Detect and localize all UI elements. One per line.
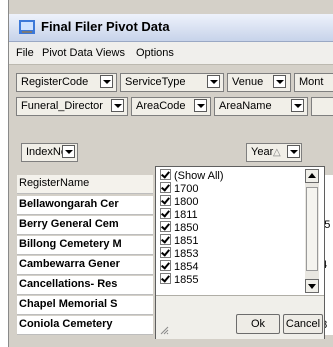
- filter-field-servicetype[interactable]: ServiceType: [120, 73, 224, 92]
- dropdown-arrow-icon[interactable]: [100, 75, 113, 88]
- arrow-up-icon: [308, 173, 316, 178]
- sort-ascending-icon: △: [273, 147, 281, 158]
- checkbox-checked-icon[interactable]: [160, 273, 171, 284]
- menu-options[interactable]: Options: [136, 47, 174, 59]
- year-filter-popup: (Show All) 1700 1800 1811 1850 1851 1853…: [155, 166, 325, 339]
- dropdown-arrow-icon[interactable]: [207, 75, 220, 88]
- app-icon: [19, 20, 35, 34]
- checkbox-checked-icon[interactable]: [160, 221, 171, 232]
- checkbox-checked-icon[interactable]: [160, 195, 171, 206]
- checkbox-checked-icon[interactable]: [160, 260, 171, 271]
- table-row[interactable]: Bellawongarah Cer: [17, 196, 153, 215]
- cancel-button[interactable]: Cancel: [283, 314, 323, 334]
- checkbox-checked-icon[interactable]: [160, 234, 171, 245]
- filter-option[interactable]: 1850: [160, 221, 198, 234]
- table-row[interactable]: Billong Cemetery M: [17, 236, 153, 255]
- ok-button[interactable]: Ok: [236, 314, 280, 334]
- filter-option[interactable]: 1855: [160, 273, 198, 286]
- table-row[interactable]: Berry General Cem: [17, 216, 153, 235]
- dropdown-arrow-icon[interactable]: [111, 99, 124, 112]
- dropdown-arrow-icon[interactable]: [273, 75, 286, 88]
- filter-option-show-all[interactable]: (Show All): [160, 169, 224, 182]
- filter-field-month[interactable]: Mont: [294, 73, 333, 92]
- title-bar: Final Filer Pivot Data: [9, 14, 333, 42]
- checkbox-checked-icon[interactable]: [160, 169, 171, 180]
- filter-field-registercode[interactable]: RegisterCode: [16, 73, 117, 92]
- resize-grip-icon[interactable]: [159, 325, 169, 335]
- filter-option[interactable]: 1854: [160, 260, 198, 273]
- row-header-registername[interactable]: RegisterName: [17, 175, 153, 194]
- table-row[interactable]: Cambewarra Gener: [17, 256, 153, 275]
- arrow-down-icon: [308, 284, 316, 289]
- filter-field-funeral-director[interactable]: Funeral_Director: [16, 97, 128, 116]
- filter-option[interactable]: 1853: [160, 247, 198, 260]
- filter-option[interactable]: 1811: [160, 208, 198, 221]
- checkbox-checked-icon[interactable]: [160, 247, 171, 258]
- scroll-up-button[interactable]: [305, 169, 319, 183]
- pivot-window: Final Filer Pivot Data File Pivot Data V…: [8, 0, 333, 347]
- scroll-down-button[interactable]: [305, 279, 319, 293]
- column-field-indexno[interactable]: IndexNo: [21, 143, 78, 162]
- dropdown-arrow-icon[interactable]: [62, 145, 75, 158]
- dropdown-arrow-icon[interactable]: [291, 99, 304, 112]
- table-row[interactable]: Cancellations- Res: [17, 276, 153, 295]
- filter-field-venue[interactable]: Venue: [227, 73, 291, 92]
- filter-field-cut-off[interactable]: [311, 97, 333, 116]
- table-row[interactable]: Chapel Memorial S: [17, 296, 153, 315]
- table-row[interactable]: Coniola Cemetery: [17, 316, 153, 335]
- menu-file[interactable]: File: [16, 47, 34, 59]
- filter-option[interactable]: 1851: [160, 234, 198, 247]
- checkbox-checked-icon[interactable]: [160, 182, 171, 193]
- row-field-year[interactable]: Year △: [246, 143, 302, 162]
- scroll-thumb[interactable]: [306, 187, 318, 271]
- filter-option[interactable]: 1800: [160, 195, 198, 208]
- filter-option-partial: [160, 287, 300, 293]
- filter-field-areaname[interactable]: AreaName: [214, 97, 308, 116]
- menu-pivot-data-views[interactable]: Pivot Data Views: [42, 47, 125, 59]
- filter-option[interactable]: 1700: [160, 182, 198, 195]
- checkbox-checked-icon[interactable]: [160, 208, 171, 219]
- window-title: Final Filer Pivot Data: [41, 19, 170, 34]
- filter-field-areacode[interactable]: AreaCode: [131, 97, 211, 116]
- dropdown-arrow-icon[interactable]: [287, 145, 300, 158]
- dropdown-arrow-icon[interactable]: [194, 99, 207, 112]
- menu-bar: File Pivot Data Views Options: [9, 42, 333, 65]
